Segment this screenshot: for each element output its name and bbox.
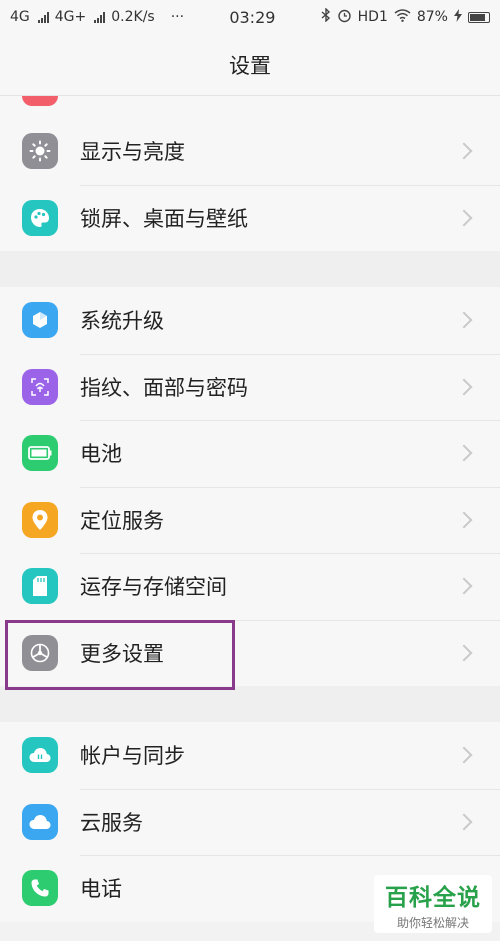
signal-icon-2: [94, 11, 106, 23]
settings-item-label: 指纹、面部与密码: [80, 375, 248, 400]
partial-top-row[interactable]: [0, 96, 500, 118]
settings-item-label: 运存与存储空间: [80, 575, 227, 600]
settings-item-cloud-service[interactable]: 云服务: [0, 788, 500, 856]
settings-item-more-settings[interactable]: 更多设置: [0, 619, 500, 687]
location-icon: [22, 501, 58, 538]
settings-item-label: 云服务: [80, 810, 143, 835]
watermark-subtitle: 助你轻松解决: [396, 915, 469, 930]
settings-item-system-upgrade[interactable]: 系统升级: [0, 287, 500, 354]
chevron-right-icon: [455, 813, 473, 831]
battery-status-icon: [467, 11, 490, 23]
settings-item-storage[interactable]: 运存与存储空间: [0, 553, 500, 620]
sun-icon: [22, 133, 58, 170]
upgrade-icon: [22, 302, 58, 339]
phone-icon: [22, 870, 58, 907]
settings-item-label: 电池: [80, 442, 122, 467]
settings-group-1: 显示与亮度 锁屏、桌面与壁纸: [0, 96, 500, 251]
settings-item-label: 锁屏、桌面与壁纸: [80, 206, 248, 231]
settings-item-label: 更多设置: [80, 641, 164, 666]
settings-item-label: 定位服务: [80, 508, 164, 533]
alarm-icon: [337, 8, 352, 27]
group-divider: [0, 686, 500, 722]
chevron-right-icon: [455, 378, 473, 396]
title-bar: 设置: [0, 34, 500, 96]
status-right: HD1 87%: [321, 7, 490, 27]
chevron-right-icon: [455, 746, 473, 764]
cloud-sync-icon: [22, 737, 58, 774]
settings-item-battery[interactable]: 电池: [0, 420, 500, 487]
hd-indicator: HD1: [357, 9, 388, 25]
watermark-logo: 百科全说 助你轻松解决: [374, 875, 492, 933]
storage-icon: [22, 568, 58, 605]
charging-icon: [453, 8, 462, 26]
chevron-right-icon: [455, 644, 473, 662]
chevron-right-icon: [455, 311, 473, 329]
settings-item-location[interactable]: 定位服务: [0, 486, 500, 554]
sound-icon: [22, 96, 58, 106]
cloud-icon: [22, 803, 58, 840]
chevron-right-icon: [455, 209, 473, 227]
settings-icon: [22, 634, 58, 671]
settings-item-account-sync[interactable]: 帐户与同步: [0, 722, 500, 789]
settings-item-label: 帐户与同步: [80, 744, 185, 769]
status-left: 4G 4G+ 0.2K/s ···: [10, 9, 184, 25]
network-type-1: 4G: [10, 9, 30, 25]
settings-item-lockscreen[interactable]: 锁屏、桌面与壁纸: [0, 184, 500, 252]
bluetooth-icon: [321, 7, 331, 26]
chevron-right-icon: [455, 511, 473, 529]
settings-item-display[interactable]: 显示与亮度: [0, 118, 500, 185]
page-title: 设置: [229, 53, 271, 78]
wifi-icon: [394, 8, 411, 26]
group-divider: [0, 251, 500, 287]
fingerprint-icon: [22, 368, 58, 405]
settings-item-fingerprint[interactable]: 指纹、面部与密码: [0, 353, 500, 421]
network-speed: 0.2K/s: [111, 9, 155, 25]
settings-group-2: 系统升级 指纹、面部与密码 电池 定位服务 运存与存储空间 更多设置: [0, 287, 500, 686]
battery-icon: [22, 435, 58, 472]
palette-icon: [22, 199, 58, 236]
battery-level: 87%: [416, 9, 448, 25]
chevron-right-icon: [455, 142, 473, 160]
status-bar: 4G 4G+ 0.2K/s ··· 03:29 HD1 87%: [0, 0, 500, 34]
watermark-title: 百科全说: [385, 884, 481, 911]
settings-item-label: 显示与亮度: [80, 140, 185, 165]
network-type-2: 4G+: [54, 9, 87, 25]
signal-icon: [37, 11, 49, 23]
clock: 03:29: [229, 7, 276, 27]
chevron-right-icon: [455, 444, 473, 462]
settings-item-label: 系统升级: [80, 309, 164, 334]
chevron-right-icon: [455, 577, 473, 595]
more-dots: ···: [170, 9, 185, 25]
settings-list: 显示与亮度 锁屏、桌面与壁纸 系统升级 指纹、面部与密码 电池 定位服务 运存与…: [0, 96, 500, 922]
